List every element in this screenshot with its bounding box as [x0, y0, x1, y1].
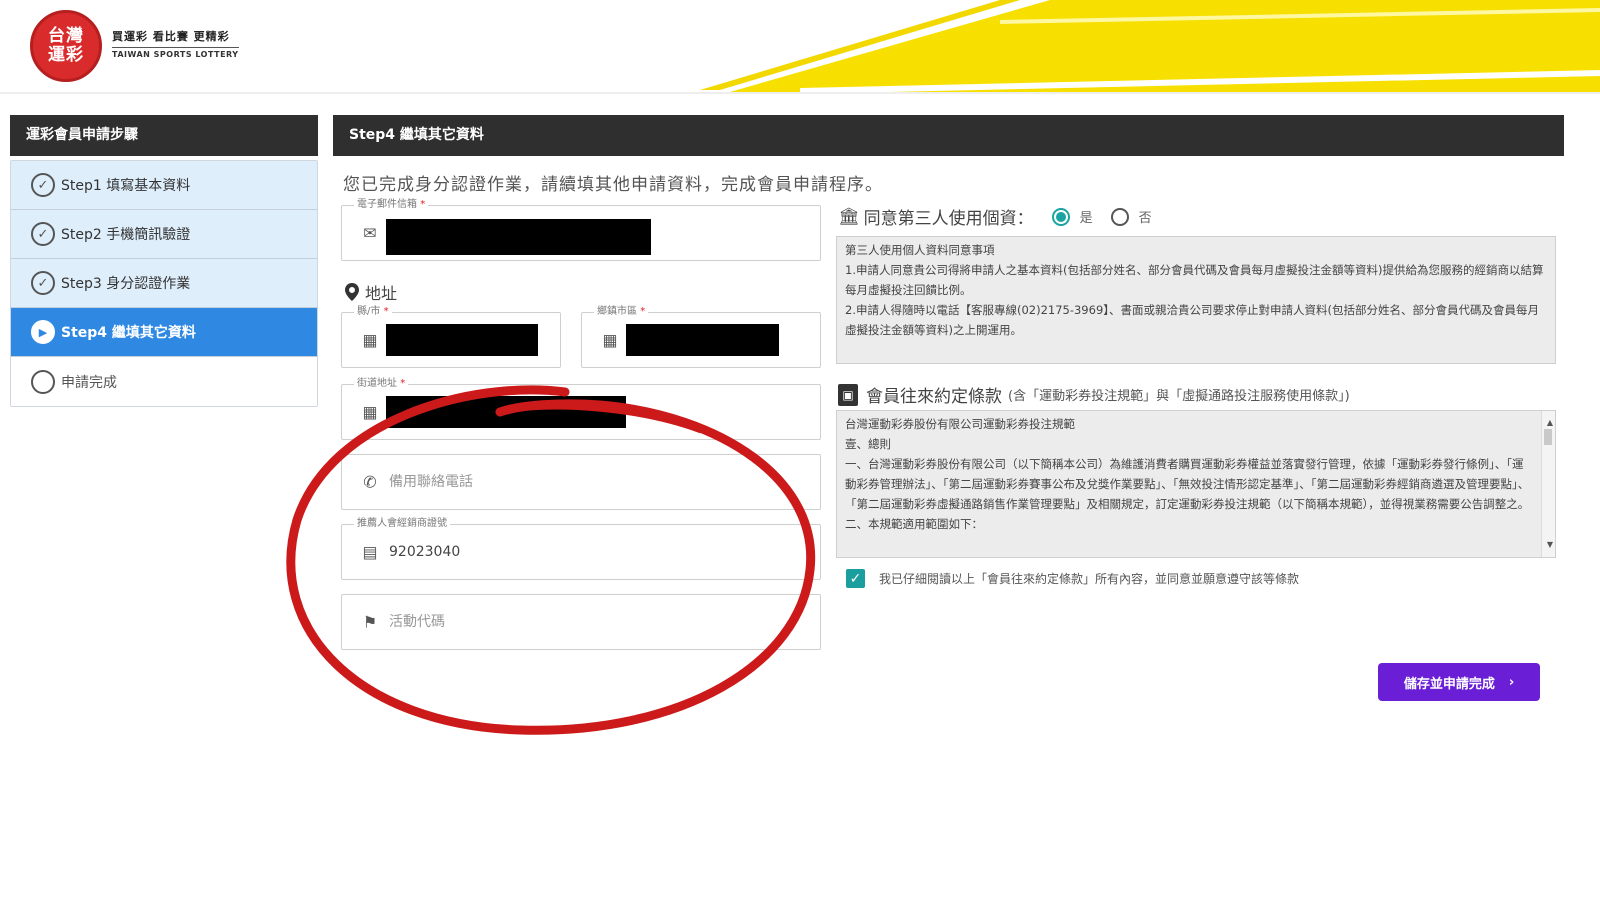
step-label: Step2 手機簡訊驗證: [61, 227, 191, 243]
consent-yes-radio[interactable]: [1051, 207, 1070, 226]
terms-line: 台灣運動彩券股份有限公司運動彩券投注規範: [845, 417, 1075, 431]
email-field[interactable]: 電子郵件信箱 * ✉: [341, 199, 821, 261]
step-item-5[interactable]: 申請完成: [11, 357, 317, 406]
header-divider: [0, 92, 1600, 94]
county-label: 縣/市 *: [354, 306, 392, 318]
check-circle-icon: ✓: [31, 173, 55, 197]
step-list: ✓ Step1 填寫基本資料 ✓ Step2 手機簡訊驗證 ✓ Step3 身分…: [10, 160, 318, 407]
step-label: 申請完成: [61, 374, 117, 391]
brand-slogan: 買運彩 看比賽 更精彩: [112, 30, 230, 43]
agree-text: 我已仔細閱讀以上「會員往來約定條款」所有內容，並同意並願意遵守該等條款: [879, 572, 1300, 586]
flag-icon: ⚑: [362, 612, 378, 632]
referrer-field[interactable]: 推薦人會經銷商證號 ▤: [341, 518, 821, 580]
main-section-title: Step4 繼填其它資料: [333, 115, 1564, 156]
store-icon: ▤: [362, 542, 378, 562]
scroll-thumb[interactable]: [1544, 429, 1552, 445]
logo-text-line1: 台灣: [48, 26, 84, 46]
logo-text-line2: 運彩: [48, 45, 84, 65]
play-circle-icon: ▶: [31, 320, 55, 344]
referrer-input[interactable]: [389, 544, 789, 560]
check-circle-icon: ✓: [31, 222, 55, 246]
sidebar-title: 運彩會員申請步驟: [10, 115, 318, 156]
mail-icon: ✉: [363, 223, 377, 243]
submit-label: 儲存並申請完成: [1403, 676, 1495, 692]
referrer-label: 推薦人會經銷商證號: [354, 518, 450, 530]
promo-code-input[interactable]: [389, 614, 789, 630]
header-yellow-stripes: [700, 0, 1600, 94]
terms-line: 一、台灣運動彩券股份有限公司（以下簡稱本公司）為維護消費者購買運動彩券權益並落實…: [845, 457, 1530, 511]
third-party-consent: 🏛 同意第三人使用個資： 是 否: [838, 204, 1152, 230]
consent-question: 同意第三人使用個資：: [863, 209, 1034, 229]
step-item-4[interactable]: ▶ Step4 繼填其它資料: [11, 308, 317, 357]
redacted-value: [386, 324, 538, 356]
consent-yes-label: 是: [1079, 211, 1093, 226]
redacted-value: [626, 324, 779, 356]
chevron-right-icon: ›: [1508, 674, 1515, 690]
location-pin-icon: [345, 283, 359, 301]
step-label: Step1 填寫基本資料: [61, 178, 191, 194]
consent-line-2: 2.申請人得隨時以電話【客服專線(02)2175-3969】、書面或親洽貴公司要…: [845, 303, 1539, 337]
address-heading-text: 地址: [365, 284, 398, 303]
building-icon: ▦: [362, 330, 378, 350]
terms-subtitle: (含「運動彩券投注規範」與「虛擬通路投注服務使用條款」): [1008, 389, 1350, 404]
phone-icon: ✆: [363, 472, 377, 492]
consent-no-label: 否: [1138, 211, 1152, 226]
backup-phone-field[interactable]: ✆: [341, 454, 821, 510]
address-heading: 地址: [345, 280, 397, 304]
county-select[interactable]: 縣/市 * ▦: [341, 306, 561, 368]
consent-text-box[interactable]: 第三人使用個人資料同意事項 1.申請人同意貴公司得將申請人之基本資料(包括部分姓…: [836, 236, 1556, 364]
scroll-down-icon[interactable]: ▼: [1547, 535, 1553, 555]
district-label: 鄉鎮市區 *: [594, 306, 649, 318]
terms-agree-row[interactable]: ✓ 我已仔細閱讀以上「會員往來約定條款」所有內容，並同意並願意遵守該等條款: [846, 569, 1299, 588]
backup-phone-input[interactable]: [389, 474, 789, 490]
redacted-value: [386, 396, 626, 428]
consent-box-title: 第三人使用個人資料同意事項: [845, 243, 995, 257]
step-label: Step3 身分認證作業: [61, 276, 191, 292]
street-label: 街道地址 *: [354, 378, 409, 390]
street-address-field[interactable]: 街道地址 * ▦: [341, 378, 821, 440]
promo-code-field[interactable]: ⚑: [341, 594, 821, 650]
step-item-3[interactable]: ✓ Step3 身分認證作業: [11, 259, 317, 308]
brand-english-name: TAIWAN SPORTS LOTTERY: [112, 47, 239, 59]
terms-heading: ▣ 會員往來約定條款 (含「運動彩券投注規範」與「虛擬通路投注服務使用條款」): [838, 382, 1350, 407]
email-field-label: 電子郵件信箱 *: [354, 199, 429, 211]
site-header: 台灣 運彩 買運彩 看比賽 更精彩 TAIWAN SPORTS LOTTERY: [0, 0, 1600, 96]
redacted-value: [386, 219, 651, 255]
agree-checkbox[interactable]: ✓: [846, 569, 865, 588]
empty-circle-icon: [31, 369, 55, 394]
consent-no-radio[interactable]: [1110, 207, 1129, 226]
consent-line-1: 1.申請人同意貴公司得將申請人之基本資料(包括部分姓名、部分會員代碼及會員每月虛…: [845, 263, 1544, 297]
step-item-1[interactable]: ✓ Step1 填寫基本資料: [11, 161, 317, 210]
step-label: Step4 繼填其它資料: [61, 325, 196, 341]
step-item-2[interactable]: ✓ Step2 手機簡訊驗證: [11, 210, 317, 259]
building-icon: ▦: [362, 402, 378, 422]
terms-title: 會員往來約定條款: [866, 387, 1002, 407]
id-card-icon: ▣: [838, 383, 858, 406]
intro-text: 您已完成身分認證作業，請續填其他申請資料，完成會員申請程序。: [343, 175, 883, 195]
terms-line: 二、本規範適用範圍如下：: [845, 517, 983, 531]
district-select[interactable]: 鄉鎮市區 * ▦: [581, 306, 821, 368]
terms-line: 壹、總則: [845, 437, 891, 451]
bank-icon: 🏛: [838, 206, 860, 227]
terms-text-box[interactable]: 台灣運動彩券股份有限公司運動彩券投注規範 壹、總則 一、台灣運動彩券股份有限公司…: [836, 410, 1556, 558]
building-icon: ▦: [602, 330, 618, 350]
brand-logo[interactable]: 台灣 運彩: [30, 10, 102, 82]
check-circle-icon: ✓: [31, 271, 55, 295]
terms-scrollbar[interactable]: ▲ ▼: [1541, 411, 1555, 557]
save-and-submit-button[interactable]: 儲存並申請完成 ›: [1378, 663, 1540, 701]
